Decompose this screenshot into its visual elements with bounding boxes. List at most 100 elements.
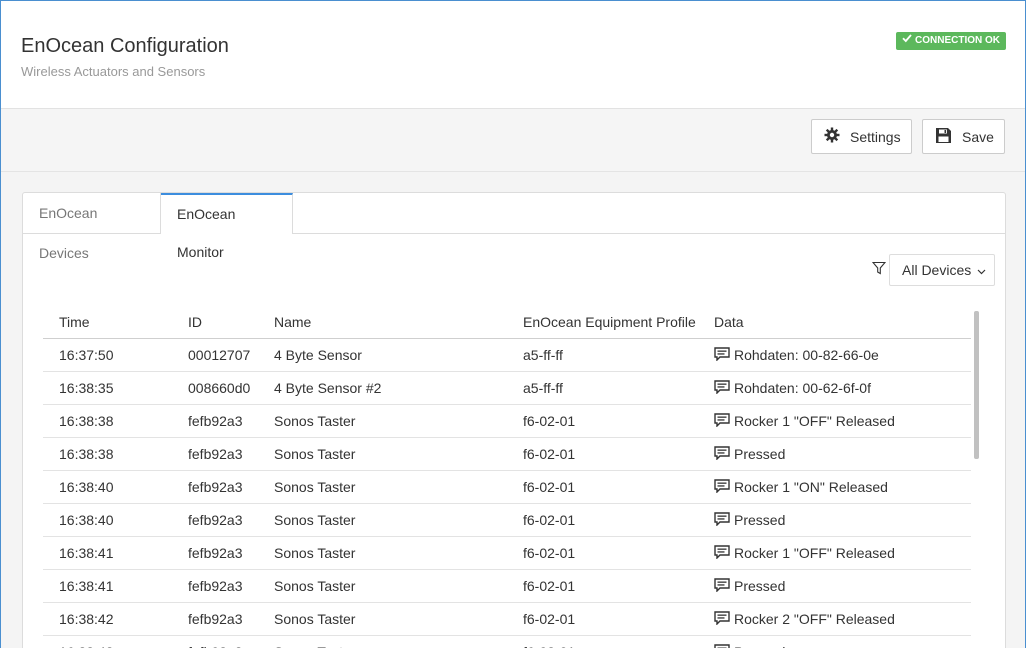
cell-time: 16:37:50 [43,338,172,372]
floppy-disk-icon [935,127,952,147]
cell-data: Rocker 1 "OFF" Released [698,536,971,570]
column-header-name[interactable]: Name [258,306,507,339]
cell-data: Rocker 1 "ON" Released [698,470,971,504]
page-title: EnOcean Configuration [21,35,229,57]
cell-time: 16:38:43 [43,635,172,648]
cell-data-text: Pressed [734,512,786,528]
cell-profile: f6-02-01 [507,404,698,438]
gear-icon [824,127,840,146]
save-button[interactable]: Save [922,119,1005,154]
cell-time: 16:38:35 [43,371,172,405]
cell-time: 16:38:41 [43,569,172,603]
cell-id: fefb92a3 [172,635,258,648]
cell-data-text: Pressed [734,446,786,462]
cell-time: 16:38:41 [43,536,172,570]
cell-data: Pressed [698,635,971,648]
cell-name: Sonos Taster [258,503,507,537]
table-row[interactable]: 16:38:35 008660d0 4 Byte Sensor #2 a5-ff-ff… [43,371,971,405]
cell-data: Pressed [698,503,971,537]
table-row[interactable]: 16:38:38 fefb92a3 Sonos Taster f6-02-01 Pres… [43,437,971,471]
page-header: EnOcean Configuration Wireless Actuators… [1,1,1025,109]
cell-id: 00012707 [172,338,258,372]
app-window: EnOcean Configuration Wireless Actuators… [0,0,1026,648]
tab-enocean-devices[interactable]: EnOcean Devices [23,193,161,261]
column-header-profile[interactable]: EnOcean Equipment Profile [507,306,698,339]
cell-time: 16:38:38 [43,404,172,438]
table-row[interactable]: 16:38:40 fefb92a3 Sonos Taster f6-02-01 Rock… [43,470,971,504]
cell-id: fefb92a3 [172,569,258,603]
cell-name: Sonos Taster [258,470,507,504]
status-badge-label: CONNECTION OK [915,35,1000,46]
table-row[interactable]: 16:38:42 fefb92a3 Sonos Taster f6-02-01 Rock… [43,602,971,636]
table-header-row: Time ID Name EnOcean Equipment Profile D… [43,306,971,339]
cell-time: 16:38:38 [43,437,172,471]
message-icon [714,544,730,562]
column-header-id[interactable]: ID [172,306,258,339]
cell-data-text: Rohdaten: 00-62-6f-0f [734,380,871,396]
cell-id: fefb92a3 [172,503,258,537]
status-badge: CONNECTION OK [896,32,1006,50]
cell-id: fefb92a3 [172,602,258,636]
table-row[interactable]: 16:38:43fefb92a3Sonos Tasterf6-02-01 Pres… [43,635,971,648]
cell-id: fefb92a3 [172,437,258,471]
cell-data-text: Rocker 1 "ON" Released [734,479,888,495]
tab-enocean-monitor[interactable]: EnOcean Monitor [161,193,293,260]
cell-data-text: Rocker 1 "OFF" Released [734,413,895,429]
cell-name: Sonos Taster [258,437,507,471]
column-header-data[interactable]: Data [698,306,971,339]
column-header-time[interactable]: Time [43,306,172,339]
message-icon [714,346,730,364]
cell-name: Sonos Taster [258,635,507,648]
cell-data: Rocker 2 "OFF" Released [698,602,971,636]
table-scrollbar[interactable] [974,311,979,459]
cell-profile: f6-02-01 [507,470,698,504]
cell-data-text: Pressed [734,578,786,594]
cell-name: 4 Byte Sensor #2 [258,371,507,405]
cell-profile: f6-02-01 [507,536,698,570]
cell-data: Pressed [698,437,971,471]
cell-profile: f6-02-01 [507,503,698,537]
cell-time: 16:38:42 [43,602,172,636]
message-icon [714,478,730,496]
table-row[interactable]: 16:38:38 fefb92a3 Sonos Taster f6-02-01 Rock… [43,404,971,438]
device-filter-select[interactable]: All Devices [889,254,995,286]
cell-data-text: Rocker 2 "OFF" Released [734,611,895,627]
cell-name: Sonos Taster [258,602,507,636]
cell-data: Rohdaten: 00-62-6f-0f [698,371,971,405]
main-panel: EnOcean Devices EnOcean Monitor All Devi… [22,192,1006,648]
settings-button[interactable]: Settings [811,119,912,154]
message-icon [714,577,730,595]
save-button-label: Save [962,128,994,145]
cell-profile: f6-02-01 [507,635,698,648]
message-icon [714,412,730,430]
page-subtitle: Wireless Actuators and Sensors [21,64,206,79]
message-icon [714,643,730,648]
cell-data: Rocker 1 "OFF" Released [698,404,971,438]
message-icon [714,511,730,529]
cell-profile: f6-02-01 [507,437,698,471]
cell-profile: a5-ff-ff [507,338,698,372]
check-icon [902,32,912,50]
cell-name: Sonos Taster [258,569,507,603]
tab-bar: EnOcean Devices EnOcean Monitor [23,193,1005,261]
cell-data-text: Rohdaten: 00-82-66-0e [734,347,879,363]
filter-icon [871,261,887,280]
table-row[interactable]: 16:38:41 fefb92a3 Sonos Taster f6-02-01 Pres… [43,569,971,603]
message-icon [714,610,730,628]
cell-time: 16:38:40 [43,470,172,504]
table-row[interactable]: 16:38:41 fefb92a3 Sonos Taster f6-02-01 Rock… [43,536,971,570]
table-row[interactable]: 16:37:50 00012707 4 Byte Sensor a5-ff-ff Roh… [43,338,971,372]
cell-id: 008660d0 [172,371,258,405]
cell-data-text: Rocker 1 "OFF" Released [734,545,895,561]
cell-profile: a5-ff-ff [507,371,698,405]
message-icon [714,379,730,397]
cell-profile: f6-02-01 [507,602,698,636]
cell-id: fefb92a3 [172,404,258,438]
settings-button-label: Settings [850,128,901,145]
table-row[interactable]: 16:38:40 fefb92a3 Sonos Taster f6-02-01 Pres… [43,503,971,537]
cell-name: 4 Byte Sensor [258,338,507,372]
cell-name: Sonos Taster [258,404,507,438]
chevron-down-icon [977,262,986,278]
monitor-table: Time ID Name EnOcean Equipment Profile D… [43,306,971,648]
message-icon [714,445,730,463]
